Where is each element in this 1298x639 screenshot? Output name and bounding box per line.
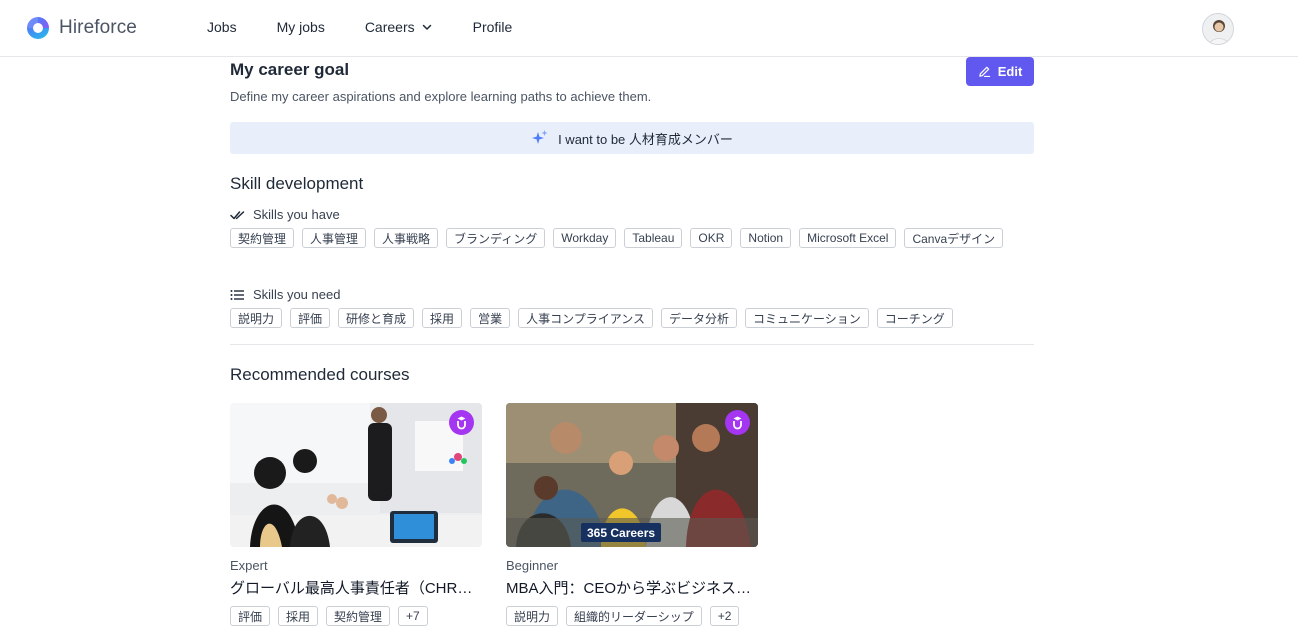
course-skill-tag: 採用 — [278, 606, 319, 626]
brand-name: Hireforce — [59, 17, 137, 38]
chevron-down-icon — [422, 24, 431, 30]
course-title[interactable]: グローバル最高人事責任者（CHRO） — [230, 577, 478, 598]
avatar-image-icon — [1203, 14, 1233, 44]
365-careers-logo-text: 365 Careers — [587, 525, 656, 540]
sparkle-icon — [532, 130, 548, 144]
skill-tag: 研修と育成 — [338, 308, 415, 328]
course-thumbnail[interactable]: 365 Careers — [506, 403, 758, 547]
course-skill-tag: 説明力 — [506, 606, 559, 626]
edit-career-goal-button[interactable]: Edit — [966, 57, 1034, 86]
skills-you-have-header: Skills you have — [230, 207, 340, 222]
skill-tag: コーチング — [876, 308, 953, 328]
edit-button-label: Edit — [997, 64, 1023, 79]
skill-tag: Microsoft Excel — [799, 228, 897, 248]
main-nav: Jobs My jobs Careers Profile — [207, 19, 512, 35]
course-title[interactable]: MBA入門：CEOから学ぶビジネスの基礎 — [506, 577, 754, 598]
skill-tag: 契約管理 — [230, 228, 295, 248]
top-navigation-bar: Hireforce Jobs My jobs Careers Profile — [0, 0, 1298, 57]
skill-tag: Canvaデザイン — [904, 228, 1004, 248]
skill-tag: 評価 — [290, 308, 331, 328]
skill-tag: 人事コンプライアンス — [518, 308, 653, 328]
career-goal-banner: I want to be 人材育成メンバー — [230, 122, 1034, 154]
skill-tag: Workday — [553, 228, 617, 248]
course-thumbnail[interactable] — [230, 403, 482, 547]
user-avatar[interactable] — [1202, 13, 1234, 45]
skills-you-need-list: 説明力 評価 研修と育成 採用 営業 人事コンプライアンス データ分析 コミュニ… — [230, 308, 1040, 328]
nav-my-jobs[interactable]: My jobs — [277, 19, 325, 35]
skill-tag: Notion — [740, 228, 792, 248]
hireforce-logo-icon — [27, 17, 49, 39]
career-goal-title: My career goal — [230, 60, 350, 79]
nav-profile-label: Profile — [472, 19, 513, 35]
skill-tag: データ分析 — [661, 308, 738, 328]
udemy-icon — [449, 410, 474, 435]
career-goal-subtitle: Define my career aspirations and explore… — [230, 89, 652, 104]
skill-tag: コミュニケーション — [745, 308, 869, 328]
pencil-icon — [978, 66, 990, 78]
course-skill-tag: 契約管理 — [326, 606, 391, 626]
course-more-tags[interactable]: +7 — [398, 606, 428, 626]
skill-tag: 営業 — [470, 308, 511, 328]
skill-tag: OKR — [690, 228, 733, 248]
brand-link[interactable]: Hireforce — [24, 14, 137, 42]
section-divider — [230, 344, 1034, 345]
udemy-icon — [725, 410, 750, 435]
course-tags: 説明力 組織的リーダーシップ +2 — [506, 606, 758, 626]
nav-jobs[interactable]: Jobs — [207, 19, 237, 35]
365-careers-logo: 365 Careers — [581, 523, 662, 542]
skill-tag: Tableau — [624, 228, 683, 248]
course-skill-tag: 評価 — [230, 606, 271, 626]
course-level: Expert — [230, 558, 268, 573]
skill-tag: 人事管理 — [302, 228, 367, 248]
skill-tag: 採用 — [422, 308, 463, 328]
skill-tag: 人事戦略 — [374, 228, 439, 248]
recommended-courses-title: Recommended courses — [230, 365, 410, 384]
course-more-tags[interactable]: +2 — [709, 606, 740, 626]
course-level: Beginner — [506, 558, 559, 573]
double-check-icon — [230, 210, 245, 219]
course-photo-meeting-icon — [230, 403, 482, 547]
skills-you-need-header: Skills you need — [230, 287, 340, 302]
nav-my-jobs-label: My jobs — [276, 19, 325, 35]
list-icon — [230, 289, 244, 300]
skills-you-have-list: 契約管理 人事管理 人事戦略 ブランディング Workday Tableau O… — [230, 228, 1040, 248]
skill-tag: 説明力 — [230, 308, 283, 328]
nav-careers-label: Careers — [364, 19, 415, 35]
course-card[interactable]: Expert グローバル最高人事責任者（CHRO） 評価 採用 契約管理 +7 — [230, 403, 482, 626]
skill-tag: ブランディング — [446, 228, 546, 248]
nav-profile[interactable]: Profile — [473, 19, 513, 35]
nav-jobs-label: Jobs — [207, 19, 237, 35]
career-goal-text: I want to be 人材育成メンバー — [558, 131, 733, 147]
skill-development-title: Skill development — [230, 174, 364, 193]
nav-careers[interactable]: Careers — [365, 19, 433, 35]
course-card[interactable]: 365 Careers Beginner MBA入門：CEOから学ぶビジネスの基… — [506, 403, 758, 626]
skills-you-have-label: Skills you have — [253, 207, 340, 222]
course-tags: 評価 採用 契約管理 +7 — [230, 606, 482, 626]
course-skill-tag: 組織的リーダーシップ — [566, 606, 702, 626]
skills-you-need-label: Skills you need — [253, 287, 341, 302]
